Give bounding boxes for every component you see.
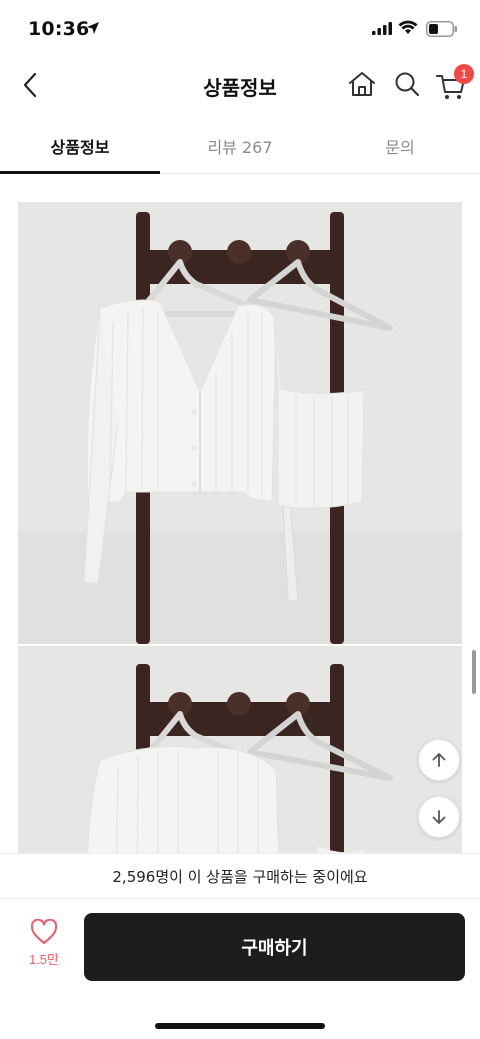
- signal-icon: [372, 22, 392, 35]
- product-photo: [18, 202, 462, 644]
- status-time: 10:36: [28, 18, 90, 40]
- product-detail-images: [18, 202, 462, 854]
- tab-product-info[interactable]: 상품정보: [0, 118, 160, 174]
- product-tabs: 상품정보 리뷰 267 문의: [0, 118, 480, 174]
- like-count: 1.5만: [28, 952, 60, 967]
- tab-inquiry[interactable]: 문의: [320, 118, 480, 173]
- scroll-down-button[interactable]: [418, 796, 460, 838]
- top-navigation: 상품정보 1: [0, 60, 480, 110]
- home-indicator: [155, 1023, 325, 1029]
- buy-button[interactable]: 구매하기: [84, 913, 465, 981]
- home-button[interactable]: [346, 68, 378, 100]
- arrow-down-icon: [432, 810, 446, 824]
- scroll-up-button[interactable]: [418, 739, 460, 781]
- battery-icon: [426, 21, 457, 37]
- bottom-action-bar: 1.5만 구매하기: [0, 899, 480, 1039]
- purchase-notice: 2,596명이 이 상품을 구매하는 중이에요: [0, 853, 480, 899]
- purchase-notice-text: 2,596명이 이 상품을 구매하는 중이에요: [112, 867, 368, 886]
- location-arrow-icon: [87, 22, 99, 34]
- cart-button[interactable]: 1: [434, 64, 474, 102]
- search-icon: [395, 72, 420, 97]
- tab-reviews[interactable]: 리뷰 267: [160, 118, 320, 173]
- arrow-up-icon: [432, 753, 446, 767]
- cart-count-badge: 1: [454, 64, 474, 84]
- home-icon: [349, 72, 375, 96]
- search-button[interactable]: [391, 68, 423, 100]
- status-bar: 10:36: [0, 0, 480, 60]
- heart-icon: [30, 919, 58, 944]
- like-button[interactable]: 1.5만: [20, 919, 68, 979]
- wifi-icon: [398, 20, 418, 34]
- scrollbar[interactable]: [472, 650, 476, 694]
- product-photo: [18, 646, 462, 854]
